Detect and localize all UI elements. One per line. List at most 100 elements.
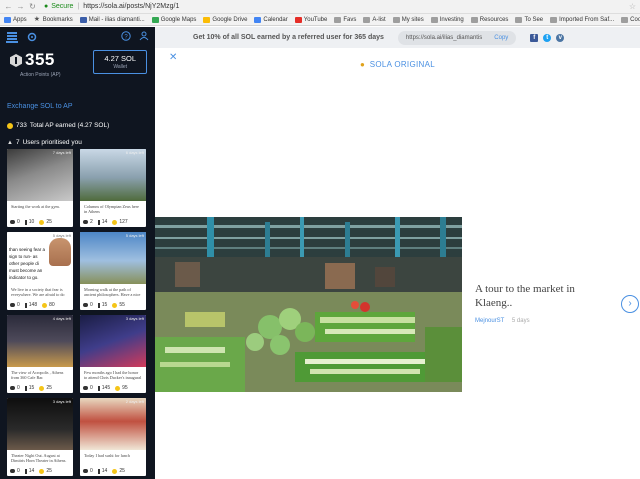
bookmark-item[interactable]: Resources (470, 16, 509, 23)
post-card-pin-value: 14 (101, 219, 108, 225)
bookmark-item[interactable]: Cooking (621, 16, 640, 23)
post-author[interactable]: MejnourST (475, 318, 504, 324)
pin-icon (97, 385, 100, 391)
bookmark-item[interactable]: Apps (4, 16, 27, 23)
post-card-stats: 0 15 55 (83, 302, 143, 308)
bookmark-item[interactable]: A-list (363, 16, 386, 23)
twitter-icon[interactable]: t (543, 33, 552, 42)
post-card-image: 6 days left (80, 149, 146, 201)
referral-link-box[interactable]: https://sola.ai/ilias_diamantis Copy (397, 30, 517, 45)
post-card[interactable]: than seeing fear a sign to run- as other… (7, 232, 73, 310)
post-card-coin-count: 55 (112, 302, 125, 308)
post-card-comment-value: 0 (17, 219, 20, 225)
comment-icon (10, 469, 15, 473)
pin-icon (24, 219, 27, 225)
post-card-coin-count: 25 (39, 219, 52, 225)
bookmark-label: Imported From Saf... (559, 16, 615, 23)
pin-icon (97, 219, 100, 225)
post-card-time-left: 3 days left (52, 399, 71, 404)
coin-icon (112, 468, 118, 474)
post-card-pin-count: 15 (24, 385, 34, 391)
post-card-coin-value: 25 (119, 468, 125, 474)
bookmark-item[interactable]: ★ Bookmarks (34, 16, 73, 23)
bookmark-item[interactable]: Google Maps (151, 16, 196, 23)
pin-icon (97, 468, 100, 474)
address-bar: ← → ↻ ● Secure | https://sola.ai/posts/N… (0, 0, 640, 14)
coin-icon (39, 219, 45, 225)
copy-button[interactable]: Copy (494, 35, 508, 41)
post-card[interactable]: 3 days left Theater Night Out. August at … (7, 398, 73, 476)
bookmark-label: Bookmarks (42, 16, 73, 23)
post-card-time-left: 5 days left (125, 233, 144, 238)
folder-icon (515, 16, 523, 23)
lock-icon: ● (44, 3, 49, 10)
bookmark-label: Resources (479, 16, 509, 23)
action-points-panel: 355 Action Points (AP) 4.27 SOL Wallet (0, 47, 155, 99)
comment-icon (83, 220, 88, 224)
post-card-pin-value: 14 (28, 468, 35, 474)
referral-message: Get 10% of all SOL earned by a referred … (193, 34, 384, 41)
menu-icon[interactable] (6, 31, 18, 43)
bookmark-star-icon[interactable]: ☆ (629, 2, 636, 11)
post-card-pin-value: 14 (101, 468, 108, 474)
post-card-pin-count: 145 (97, 385, 111, 391)
next-post-arrow-icon[interactable]: › (621, 295, 639, 313)
post-card[interactable]: 2 days left Today I had sushi for lunch 0 1… (80, 398, 146, 476)
reload-icon[interactable]: ↻ (28, 2, 37, 11)
bookmark-label: Apps (13, 16, 27, 23)
post-card[interactable]: 7 days left Starting the work at the gym.… (7, 149, 73, 227)
bookmark-item[interactable]: Google Drive (203, 16, 247, 23)
bookmark-item[interactable]: Favs (334, 16, 356, 23)
bookmark-item[interactable]: To See (515, 16, 544, 23)
wallet-amount: 4.27 SOL (104, 54, 137, 63)
post-photo[interactable] (155, 217, 462, 392)
post-card[interactable]: 3 days left Few months ago I had the hono… (80, 315, 146, 393)
bookmark-item[interactable]: My sites (392, 16, 424, 23)
post-card-stats: 0 145 95 (83, 385, 143, 391)
action-points: 355 (10, 50, 79, 70)
post-title[interactable]: A tour to the market in Klaeng.. (475, 282, 595, 310)
bookmark-label: To See (524, 16, 544, 23)
post-card-pin-value: 15 (101, 302, 108, 308)
bookmark-label: My sites (401, 16, 424, 23)
exchange-link[interactable]: Exchange SOL to AP (0, 99, 155, 117)
drive-icon (203, 16, 211, 23)
post-card[interactable]: 6 days left Columns of Olympian Zeus here… (80, 149, 146, 227)
vk-icon[interactable]: v (556, 33, 565, 42)
post-card[interactable]: 4 days left The view of Acropolis , Athen… (7, 315, 73, 393)
share-buttons: f t v (530, 33, 565, 42)
post-card[interactable]: 5 days left Morning walk at the path of a… (80, 232, 146, 310)
bookmark-item[interactable]: YouTube (294, 16, 327, 23)
apps-icon (4, 16, 11, 23)
sola-original-badge: ● SOLA ORIGINAL (155, 60, 640, 69)
folder-icon (334, 16, 342, 23)
post-card-coin-count: 80 (42, 302, 55, 308)
back-icon[interactable]: ← (4, 2, 13, 11)
post-card-coin-count: 25 (39, 468, 52, 474)
post-card-coin-count: 25 (112, 468, 125, 474)
referral-link: https://sola.ai/ilias_diamantis (405, 34, 483, 41)
post-card-pin-value: 10 (28, 219, 35, 225)
help-icon[interactable]: ? (121, 31, 131, 43)
wallet-button[interactable]: 4.27 SOL Wallet (93, 50, 147, 74)
facebook-icon[interactable]: f (530, 33, 539, 42)
post-card-coin-count: 25 (39, 385, 52, 391)
bookmark-item[interactable]: Mail - ilias diamanti... (79, 16, 145, 23)
bookmark-item[interactable]: Calendar (254, 16, 288, 23)
post-card-comment-count: 2 (83, 219, 93, 225)
maps-icon (151, 16, 159, 23)
post-card-time-left: 4 days left (52, 316, 71, 321)
bookmark-item[interactable]: Imported From Saf... (550, 16, 615, 23)
coin-icon (7, 122, 13, 129)
bookmark-label: Mail - ilias diamanti... (88, 16, 145, 23)
post-card-pin-count: 10 (24, 219, 35, 225)
user-icon[interactable] (139, 31, 149, 43)
post-author-line: MejnourST 5 days (475, 318, 530, 324)
post-card-pin-value: 145 (101, 385, 111, 391)
bookmark-item[interactable]: Investing (430, 16, 464, 23)
url-text[interactable]: https://sola.ai/posts/NjY2Mzg/1 (83, 3, 179, 10)
settings-gear-icon[interactable] (26, 31, 38, 43)
post-card-pin-value: 148 (28, 302, 38, 308)
cal-icon (254, 16, 262, 23)
forward-icon[interactable]: → (16, 2, 25, 11)
